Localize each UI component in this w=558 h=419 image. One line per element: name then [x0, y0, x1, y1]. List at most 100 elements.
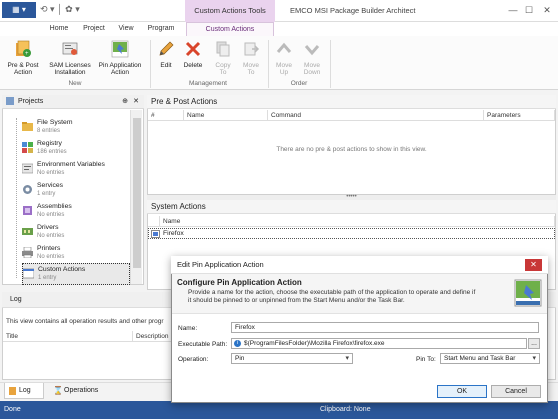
project-item-count: No entries	[37, 212, 65, 218]
ribbon-separator	[268, 40, 269, 88]
tab-operations[interactable]: ⌛ Operations	[50, 383, 110, 399]
project-item-count: No entries	[37, 170, 65, 176]
minimize-button[interactable]: —	[506, 3, 520, 17]
log-column-description[interactable]: Description	[133, 331, 173, 342]
edit-button[interactable]: Edit	[155, 40, 177, 69]
log-column-title[interactable]: Title	[3, 331, 133, 342]
project-item-name: Services	[37, 182, 64, 189]
pencil-icon	[159, 41, 174, 56]
move-up-button[interactable]: Move Up	[272, 40, 296, 76]
project-item-name: File System	[37, 119, 73, 126]
column-header-name[interactable]: Name	[160, 216, 555, 227]
projects-header: Projects ⊕ ✕	[2, 95, 144, 109]
pin-application-icon	[514, 279, 542, 307]
dialog-description: Provide a name for the action, choose th…	[188, 289, 476, 304]
project-item-custom-actions[interactable]: Custom Actions 1 entry	[22, 263, 130, 285]
project-item-assemblies[interactable]: Assemblies No entries	[22, 201, 130, 223]
project-item-environment-variables[interactable]: Environment Variables No entries	[22, 159, 130, 181]
table-row[interactable]: Firefox	[148, 228, 555, 239]
empty-message: There are no pre & post actions to show …	[276, 146, 427, 153]
group-management-label: Management	[189, 80, 227, 87]
delete-icon	[185, 41, 201, 57]
assembly-icon	[23, 206, 32, 215]
move-to-label: Move To	[243, 62, 259, 76]
project-item-name: Drivers	[37, 224, 59, 231]
tab-log-label: Log	[19, 387, 31, 394]
project-item-count: 8 entries	[37, 128, 61, 134]
system-actions-title: System Actions	[147, 200, 556, 214]
operation-select[interactable]: Pin	[231, 353, 353, 364]
log-icon	[9, 387, 16, 395]
status-text: Done	[4, 406, 21, 413]
column-header-number[interactable]: #	[148, 110, 184, 121]
name-label: Name:	[178, 325, 198, 332]
copy-to-button[interactable]: Copy To	[212, 40, 234, 76]
dialog-close-button[interactable]: ✕	[525, 259, 542, 271]
status-bar: Done	[0, 401, 558, 419]
pin-panel-icon[interactable]: ⊕	[122, 95, 128, 109]
tab-program[interactable]: Program	[142, 22, 180, 36]
executable-path-field[interactable]: i $(ProgramFilesFolder)\Mozilla Firefox\…	[231, 338, 527, 349]
hourglass-icon: ⌛	[53, 386, 63, 395]
project-item-registry[interactable]: Registry 186 entries	[22, 138, 130, 160]
pre-post-action-icon: +	[16, 40, 31, 57]
edit-label: Edit	[160, 62, 172, 69]
pin-application-label: Pin Application Action	[98, 62, 142, 76]
gear-icon	[23, 185, 32, 194]
move-to-button[interactable]: Move To	[240, 40, 262, 76]
projects-icon	[6, 97, 14, 106]
projects-scrollbar[interactable]	[130, 110, 142, 284]
pin-to-select[interactable]: Start Menu and Task Bar	[440, 353, 540, 364]
column-header-parameters[interactable]: Parameters	[484, 110, 555, 121]
project-item-file-system[interactable]: File System 8 entries	[22, 117, 130, 139]
quick-access-toolbar[interactable]: ⟲ ▾ │ ✿ ▾	[40, 4, 80, 15]
delete-button[interactable]: Delete	[180, 40, 206, 69]
close-window-button[interactable]: ✕	[540, 3, 554, 17]
project-item-services[interactable]: Services 1 entry	[22, 180, 130, 202]
operation-label: Operation:	[178, 356, 209, 363]
project-item-name: Custom Actions	[38, 266, 86, 273]
title-bar	[0, 0, 558, 22]
project-item-printers[interactable]: Printers No entries	[22, 243, 130, 265]
pre-post-actions-title: Pre & Post Actions	[147, 95, 556, 109]
cancel-button[interactable]: Cancel	[491, 385, 541, 398]
pre-post-action-label: Pre & Post Action	[7, 62, 39, 76]
tab-home[interactable]: Home	[42, 22, 76, 36]
name-field[interactable]: Firefox	[231, 322, 539, 333]
move-up-label: Move Up	[276, 62, 292, 76]
ribbon-tabs: Home Project View Program Custom Actions	[0, 22, 558, 36]
project-item-count: No entries	[37, 254, 65, 260]
project-item-drivers[interactable]: Drivers No entries	[22, 222, 130, 244]
tab-custom-actions[interactable]: Custom Actions	[186, 22, 274, 36]
group-order-label: Order	[290, 80, 308, 87]
printer-icon	[22, 247, 33, 258]
close-panel-icon[interactable]: ✕	[133, 95, 139, 109]
column-header-command[interactable]: Command	[268, 110, 484, 121]
column-header-name[interactable]: Name	[184, 110, 268, 121]
executable-path-label: Executable Path:	[178, 341, 228, 348]
ribbon-separator	[150, 40, 151, 88]
move-down-button[interactable]: Move Down	[299, 40, 325, 76]
app-menu-button[interactable]: ▦ ▾	[2, 2, 36, 18]
sam-licenses-icon	[62, 42, 78, 55]
tree-connector	[16, 118, 17, 278]
pre-post-action-button[interactable]: + Pre & Post Action	[3, 40, 43, 76]
pin-application-button[interactable]: Pin Application Action	[96, 40, 144, 76]
tab-view[interactable]: View	[112, 22, 140, 36]
browse-button[interactable]: ...	[528, 338, 540, 349]
maximize-button[interactable]: ☐	[522, 3, 536, 17]
tab-log[interactable]: Log	[4, 383, 44, 399]
arrow-up-icon	[276, 42, 292, 53]
scrollbar-thumb[interactable]	[133, 118, 141, 268]
sam-licenses-button[interactable]: SAM Licenses Installation	[47, 40, 93, 76]
copy-to-icon	[216, 41, 230, 57]
sam-licenses-label: SAM Licenses Installation	[49, 62, 91, 76]
project-item-name: Registry	[37, 140, 62, 147]
registry-icon	[22, 142, 33, 153]
ok-button[interactable]: OK	[437, 385, 487, 398]
row-name: Firefox	[163, 230, 184, 237]
tab-project[interactable]: Project	[78, 22, 110, 36]
move-to-icon	[244, 42, 260, 56]
context-tools-label: Custom Actions Tools	[185, 0, 275, 22]
ribbon-separator	[330, 40, 331, 88]
